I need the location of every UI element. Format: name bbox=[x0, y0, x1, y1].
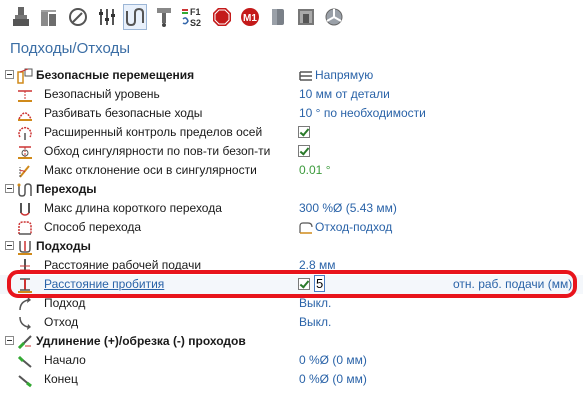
short-link-icon bbox=[16, 200, 33, 217]
rotation-icon[interactable] bbox=[66, 4, 90, 30]
group-links: Переходы bbox=[0, 180, 583, 199]
cutting-params-icon[interactable] bbox=[95, 4, 119, 30]
row-approach: Подход Выкл. bbox=[0, 294, 583, 313]
link-method-value-text: Отход-подход bbox=[315, 220, 393, 234]
tool-holder-icon[interactable] bbox=[9, 4, 33, 30]
safe-level-icon bbox=[16, 86, 33, 103]
sensing-icon[interactable] bbox=[152, 4, 176, 30]
row-max-axis-deviation: Макс отклонение оси в сингулярности 0.01… bbox=[0, 161, 583, 180]
feed-speed-icon[interactable]: F1 S2 bbox=[180, 4, 206, 30]
axis-limits-icon bbox=[16, 124, 33, 141]
row-label: Конец bbox=[44, 372, 78, 386]
group-approaches: Подходы bbox=[0, 237, 583, 256]
m1-label: M1 bbox=[243, 13, 257, 24]
row-pierce-distance: Расстояние пробития 5 отн. раб. подачи (… bbox=[0, 275, 583, 294]
toolbar: F1 S2 M1 bbox=[0, 0, 583, 36]
axis-deviation-value[interactable]: 0.01 ° bbox=[299, 163, 331, 177]
end-extend-icon bbox=[16, 371, 33, 388]
stop-icon[interactable] bbox=[210, 4, 234, 30]
macro-icon[interactable]: M1 bbox=[238, 4, 262, 30]
end-extend-value[interactable]: 0 %Ø (0 мм) bbox=[299, 372, 367, 386]
row-label: Разбивать безопасные ходы bbox=[44, 106, 203, 120]
approach-icon bbox=[16, 295, 33, 312]
start-extend-icon bbox=[16, 352, 33, 369]
singularity-bypass-icon bbox=[16, 143, 33, 160]
nc-settings-icon[interactable] bbox=[322, 4, 346, 30]
collapse-toggle[interactable] bbox=[5, 184, 14, 193]
row-link-method: Способ перехода Отход-подход bbox=[0, 218, 583, 237]
row-label: Удлинение (+)/обрезка (-) проходов bbox=[36, 334, 246, 348]
row-label: Безопасные перемещения bbox=[36, 68, 195, 82]
start-extend-value[interactable]: 0 %Ø (0 мм) bbox=[299, 353, 367, 367]
row-label: Обход сингулярности по пов-ти безоп-ти bbox=[44, 144, 271, 158]
cylinder-icon[interactable] bbox=[266, 4, 290, 30]
row-label: Начало bbox=[44, 353, 86, 367]
row-label: Макс отклонение оси в сингулярности bbox=[44, 163, 257, 177]
row-label: Способ перехода bbox=[44, 220, 142, 234]
stock-icon[interactable] bbox=[37, 4, 61, 30]
pierce-distance-icon bbox=[16, 276, 33, 293]
speed-label: S2 bbox=[190, 18, 201, 28]
feed-distance-icon bbox=[16, 257, 33, 274]
row-safe-level: Безопасный уровень 10 мм от детали bbox=[0, 85, 583, 104]
group-extend-trim: Удлинение (+)/обрезка (-) проходов bbox=[0, 332, 583, 351]
axis-deviation-icon bbox=[16, 162, 33, 179]
row-start: Начало 0 %Ø (0 мм) bbox=[0, 351, 583, 370]
split-moves-value[interactable]: 10 ° по необходимости bbox=[299, 106, 426, 120]
page-title: Подходы/Отходы bbox=[10, 40, 131, 57]
approaches-group-icon bbox=[16, 238, 33, 255]
pierce-distance-unit[interactable]: отн. раб. подачи (мм) bbox=[453, 277, 572, 291]
collapse-toggle[interactable] bbox=[5, 336, 14, 345]
links-icon[interactable] bbox=[123, 4, 147, 30]
row-label: Подходы bbox=[36, 239, 91, 253]
singularity-bypass-checkbox[interactable] bbox=[298, 145, 310, 157]
safe-level-value[interactable]: 10 мм от детали bbox=[299, 87, 390, 101]
row-label: Макс длина короткого перехода bbox=[44, 201, 222, 215]
row-label[interactable]: Расстояние пробития bbox=[44, 277, 164, 291]
safe-moves-icon bbox=[16, 67, 33, 84]
axis-limits-checkbox[interactable] bbox=[298, 126, 310, 138]
row-label: Отход bbox=[44, 315, 79, 329]
group-safe-moves: Безопасные перемещения Напрямую bbox=[0, 66, 583, 85]
pierce-distance-checkbox[interactable] bbox=[298, 278, 310, 290]
links-group-icon bbox=[16, 181, 33, 198]
row-split-safe-moves: Разбивать безопасные ходы 10 ° по необхо… bbox=[0, 104, 583, 123]
collapse-toggle[interactable] bbox=[5, 70, 14, 79]
row-label: Расширенный контроль пределов осей bbox=[44, 125, 263, 139]
row-label: Безопасный уровень bbox=[44, 87, 160, 101]
link-method-value[interactable]: Отход-подход bbox=[299, 220, 392, 237]
safe-moves-value[interactable]: Напрямую bbox=[299, 68, 373, 85]
max-short-link-value[interactable]: 300 %Ø (5.43 мм) bbox=[299, 201, 397, 215]
link-method-icon bbox=[16, 219, 33, 236]
machine-tool-icon[interactable] bbox=[294, 4, 318, 30]
row-axis-limits: Расширенный контроль пределов осей bbox=[0, 123, 583, 142]
extend-trim-icon bbox=[16, 333, 33, 350]
row-singularity-bypass: Обход сингулярности по пов-ти безоп-ти bbox=[0, 142, 583, 161]
row-end: Конец 0 %Ø (0 мм) bbox=[0, 370, 583, 389]
retract-value[interactable]: Выкл. bbox=[299, 315, 331, 329]
safe-moves-value-text: Напрямую bbox=[315, 68, 374, 82]
feed-label: F1 bbox=[190, 7, 201, 17]
row-label: Переходы bbox=[36, 182, 97, 196]
feed-distance-value[interactable]: 2.8 мм bbox=[299, 258, 336, 272]
approach-value[interactable]: Выкл. bbox=[299, 296, 331, 310]
row-feed-distance: Расстояние рабочей подачи 2.8 мм bbox=[0, 256, 583, 275]
row-label: Подход bbox=[44, 296, 86, 310]
row-retract: Отход Выкл. bbox=[0, 313, 583, 332]
split-moves-icon bbox=[16, 105, 33, 122]
row-max-short-link: Макс длина короткого перехода 300 %Ø (5.… bbox=[0, 199, 583, 218]
retract-approach-icon bbox=[299, 222, 313, 237]
retract-icon bbox=[16, 314, 33, 331]
direct-move-icon bbox=[299, 70, 313, 85]
collapse-toggle[interactable] bbox=[5, 241, 14, 250]
row-label: Расстояние рабочей подачи bbox=[44, 258, 202, 272]
pierce-distance-input[interactable]: 5 bbox=[314, 275, 325, 292]
